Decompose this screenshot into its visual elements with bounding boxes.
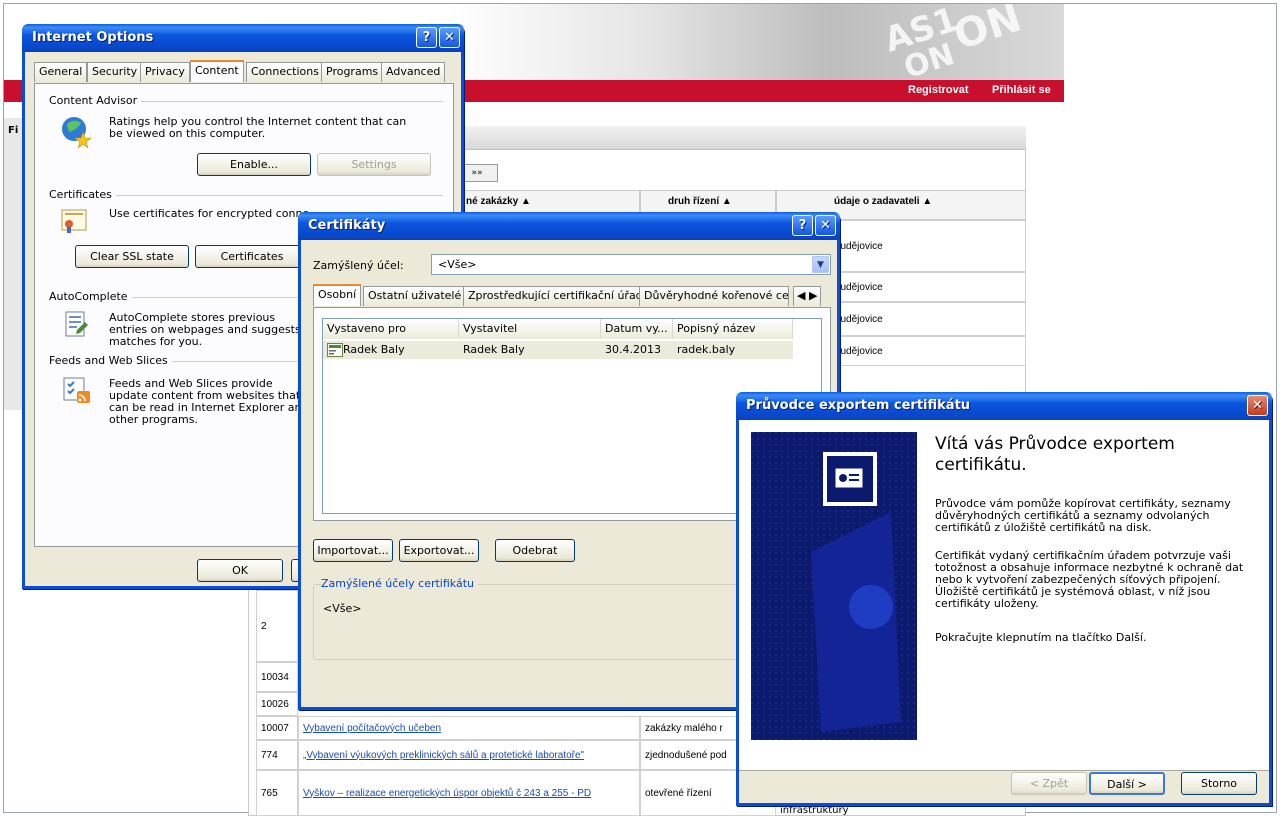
certificates-description: Use certificates for encrypted conne	[109, 207, 310, 220]
tab-advanced[interactable]: Advanced	[381, 62, 446, 82]
purpose-select[interactable]: <Vše> ▼	[431, 254, 831, 275]
certificate-icon	[327, 343, 343, 357]
column-header-zakazky[interactable]: né zakázky ▲	[466, 196, 531, 207]
tender-link[interactable]: Vybavení počítačových učeben	[303, 723, 441, 734]
tab-content[interactable]: Content	[190, 60, 244, 82]
column-header-druh[interactable]: druh řízení ▲	[668, 196, 732, 207]
tab-strip: General Security Privacy Content Connect…	[34, 60, 454, 84]
left-sidebar	[4, 118, 24, 410]
row-id: 774	[256, 740, 298, 770]
certificates-titlebar: Certifikáty ? ✕	[298, 212, 840, 240]
wizard-banner-image	[751, 432, 917, 740]
cert-friendly-name: radek.baly	[677, 343, 736, 356]
row-id: 10007	[256, 716, 298, 740]
content-advisor-description: Ratings help you control the Internet co…	[109, 115, 407, 140]
feeds-icon	[63, 377, 90, 403]
tab-zprostredkujici[interactable]: Zprostředkující certifikační úřady	[463, 286, 655, 306]
cert-date: 30.4.2013	[605, 343, 661, 356]
purpose-label: Zamýšlený účel:	[313, 259, 404, 272]
row-name: Vybavení počítačových učeben	[298, 716, 640, 740]
feeds-description: Feeds and Web Slices provide update cont…	[109, 377, 309, 426]
content-advisor-icon	[62, 117, 92, 148]
back-button[interactable]: < Zpět	[1011, 772, 1087, 795]
purposes-value: <Vše>	[323, 602, 362, 615]
autocomplete-label: AutoComplete	[49, 290, 132, 303]
banner-decoration: ON	[948, 4, 1027, 60]
internet-options-titlebar: Internet Options ? ✕	[22, 24, 464, 52]
wizard-paragraph: Certifikát vydaný certifikačním úřadem p…	[935, 549, 1244, 610]
window-title: Certifikáty	[308, 218, 386, 233]
cancel-button[interactable]: Storno	[1181, 772, 1257, 795]
nav-link-register[interactable]: Registrovat	[908, 84, 969, 96]
settings-button[interactable]: Settings	[317, 153, 431, 176]
column-vystaveno-pro[interactable]: Vystaveno pro	[323, 319, 459, 339]
tab-connections[interactable]: Connections	[246, 62, 324, 82]
autocomplete-description: AutoComplete stores previous entries on …	[109, 311, 301, 348]
enable-button[interactable]: Enable...	[197, 153, 311, 176]
certificate-icon	[61, 209, 87, 233]
autocomplete-icon	[65, 311, 88, 337]
window-title: Průvodce exportem certifikátu	[746, 398, 971, 413]
close-button[interactable]: ✕	[1247, 395, 1268, 416]
tab-duveryhodne[interactable]: Důvěryhodné kořenové cert	[639, 286, 789, 306]
row-id: 10034	[256, 662, 298, 692]
purpose-select-value: <Vše>	[438, 258, 477, 271]
close-button[interactable]: ✕	[439, 27, 460, 48]
content-advisor-label: Content Advisor	[49, 94, 142, 107]
help-button[interactable]: ?	[416, 27, 437, 48]
close-button[interactable]: ✕	[815, 215, 836, 236]
certificates-label: Certificates	[49, 188, 116, 201]
column-datum[interactable]: Datum vy...	[601, 319, 673, 339]
cert-issuer: Radek Baly	[463, 343, 525, 356]
wizard-paragraph: Průvodce vám pomůže kopírovat certifikát…	[935, 497, 1231, 534]
tab-osobni[interactable]: Osobní	[313, 284, 362, 306]
column-vystavitel[interactable]: Vystavitel	[459, 319, 601, 339]
row-id: 2	[256, 590, 298, 662]
tab-privacy[interactable]: Privacy	[140, 62, 190, 82]
chevron-down-icon[interactable]: ▼	[812, 256, 829, 273]
remove-button[interactable]: Odebrat	[495, 539, 575, 562]
column-popisny-nazev[interactable]: Popisný název	[673, 319, 793, 339]
export-wizard-titlebar: Průvodce exportem certifikátu ✕	[736, 392, 1272, 420]
row-id: 765	[256, 770, 298, 816]
cert-issued-to: Radek Baly	[343, 343, 405, 356]
certificates-button[interactable]: Certificates	[195, 245, 309, 268]
help-button[interactable]: ?	[792, 215, 813, 236]
wizard-paragraph: Pokračujte klepnutím na tlačítko Další.	[935, 631, 1147, 644]
nav-link-login[interactable]: Přihlásit se	[992, 84, 1051, 96]
row-name: „Vybavení výukových preklinických sálů a…	[298, 740, 640, 770]
left-label: Fi	[8, 125, 19, 136]
purposes-group-label: Zamýšlené účely certifikátu	[321, 577, 478, 590]
certificate-row[interactable]: Radek Baly Radek Baly 30.4.2013 radek.ba…	[323, 341, 793, 359]
wizard-art	[751, 432, 917, 740]
feeds-label: Feeds and Web Slices	[49, 354, 172, 367]
cert-tab-strip: Osobní Ostatní uživatelé Zprostředkující…	[313, 284, 833, 308]
clear-ssl-state-button[interactable]: Clear SSL state	[75, 245, 189, 268]
export-wizard-window: Průvodce exportem certifikátu ✕ Vítá vás…	[736, 392, 1272, 806]
tab-security[interactable]: Security	[87, 62, 143, 82]
tender-link[interactable]: Vyškov – realizace energetických úspor o…	[303, 788, 591, 799]
row-name: Vyškov – realizace energetických úspor o…	[298, 770, 640, 816]
import-button[interactable]: Importovat...	[313, 539, 393, 562]
tab-scroll-arrows[interactable]: ◀ ▶	[793, 286, 822, 306]
tab-ostatni-uzivatele[interactable]: Ostatní uživatelé	[363, 286, 467, 306]
zadavatel-fragment: infrastruktury	[780, 805, 849, 816]
wizard-heading: Vítá vás Průvodce exportem certifikátu.	[935, 434, 1175, 475]
column-header-zadavatel[interactable]: údaje o zadavateli ▲	[834, 196, 932, 207]
ok-button[interactable]: OK	[197, 559, 283, 582]
tender-link[interactable]: „Vybavení výukových preklinických sálů a…	[303, 750, 584, 761]
next-button[interactable]: Další >	[1089, 772, 1165, 795]
tab-programs[interactable]: Programs	[321, 62, 384, 82]
export-button[interactable]: Exportovat...	[399, 539, 479, 562]
tab-general[interactable]: General	[34, 62, 88, 82]
window-title: Internet Options	[32, 30, 154, 45]
wizard-divider	[739, 770, 1269, 771]
row-id: 10026	[256, 692, 298, 716]
